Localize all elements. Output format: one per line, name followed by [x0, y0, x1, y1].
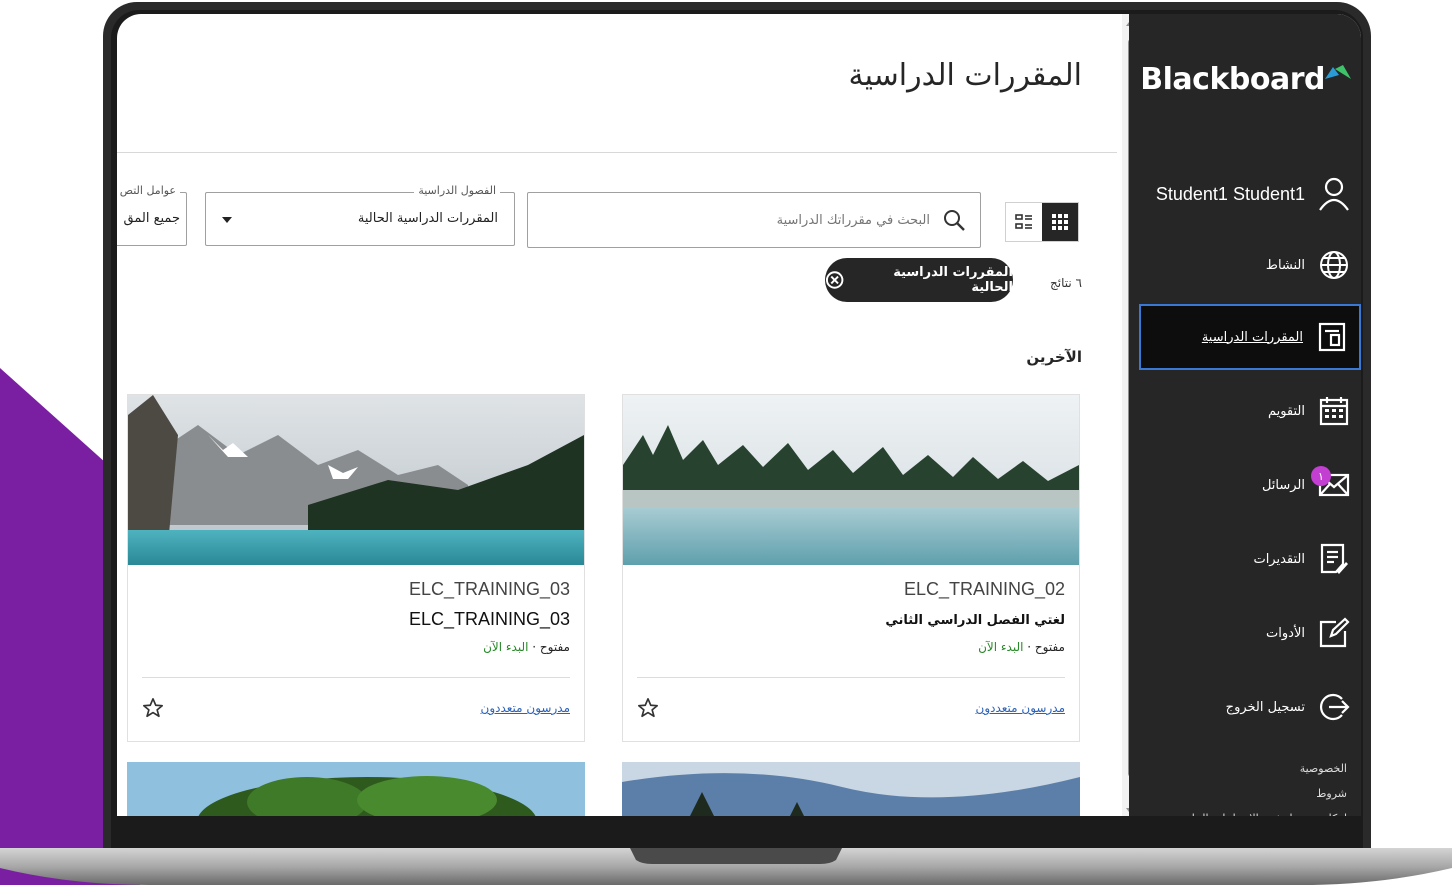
main-content: المقررات الدراسية البحث في مقرراتك الدرا… — [117, 14, 1122, 816]
logout-icon — [1317, 690, 1351, 724]
sidebar-item-label: الرسائل — [1261, 477, 1305, 493]
sidebar-item-label: المقررات الدراسية — [1201, 329, 1303, 345]
view-toggle — [1005, 202, 1079, 242]
card-divider — [142, 677, 570, 678]
sidebar-item-label: الأدوات — [1266, 625, 1305, 641]
other-filter-value: جميع المق — [123, 211, 180, 226]
sidebar-item-activity[interactable]: النشاط — [1137, 242, 1351, 288]
star-icon[interactable] — [637, 697, 659, 719]
mail-icon: ١ — [1311, 466, 1351, 502]
course-status: مفتوح · البدء الآن — [978, 640, 1065, 654]
instructors-link[interactable]: مدرسون متعددون — [976, 701, 1066, 715]
course-title[interactable]: لغتي الفصل الدراسي الثاني — [885, 613, 1065, 628]
brand-logo[interactable]: Blackboard — [1140, 62, 1325, 97]
sidebar-item-logout[interactable]: تسجيل الخروج — [1137, 684, 1351, 730]
screen: المقررات الدراسية البحث في مقرراتك الدرا… — [117, 14, 1361, 816]
section-heading: الآخرين — [1026, 348, 1082, 366]
footer-links: الخصوصية شروط إمكانية وصول ذوي الاحتياجا… — [1176, 756, 1347, 816]
user-icon — [1319, 177, 1349, 211]
course-title[interactable]: ELC_TRAINING_03 — [409, 609, 570, 630]
course-card[interactable]: ELC_TRAINING_03 ELC_TRAINING_03 مفتوح · … — [127, 394, 585, 742]
course-card-partial[interactable] — [127, 762, 585, 816]
laptop-bezel: المقررات الدراسية البحث في مقرراتك الدرا… — [111, 10, 1363, 852]
list-view-button[interactable] — [1006, 203, 1042, 241]
globe-icon — [1317, 248, 1351, 282]
term-filter-value: المقررات الدراسية الحالية — [357, 211, 498, 226]
instructors-link[interactable]: مدرسون متعددون — [481, 701, 571, 715]
course-image — [128, 395, 584, 565]
filter-chip[interactable]: المقررات الدراسية الحالية — [825, 258, 1013, 302]
results-count: ٦ نتائج — [1050, 276, 1082, 290]
grid-icon — [1052, 214, 1068, 230]
sidebar-item-calendar[interactable]: التقويم — [1137, 388, 1351, 434]
search-input[interactable] — [568, 211, 932, 229]
course-card[interactable]: ELC_TRAINING_02 لغتي الفصل الدراسي الثان… — [622, 394, 1080, 742]
terms-link[interactable]: شروط — [1176, 781, 1347, 806]
page-title: المقررات الدراسية — [848, 58, 1082, 93]
chevron-down-icon — [222, 217, 232, 223]
grid-view-button[interactable] — [1042, 203, 1078, 241]
course-status-open: مفتوح — [539, 640, 570, 654]
sidebar-item-messages[interactable]: ١ الرسائل — [1137, 462, 1351, 508]
course-status-open: مفتوح — [1034, 640, 1065, 654]
course-start: البدء الآن — [483, 640, 529, 654]
star-icon[interactable] — [142, 697, 164, 719]
other-filter-legend: عوامل التص — [117, 184, 180, 197]
logo-mark-icon — [1325, 65, 1351, 79]
accessibility-link[interactable]: إمكانية وصول ذوي الاحتياجات الخاصة — [1176, 806, 1347, 816]
calendar-icon — [1317, 394, 1351, 428]
other-filter-select[interactable]: عوامل التص جميع المق — [117, 184, 187, 246]
course-card-partial[interactable] — [622, 762, 1080, 816]
list-icon — [1015, 214, 1032, 229]
card-divider — [637, 677, 1065, 678]
tools-icon — [1317, 616, 1351, 650]
grades-icon — [1317, 542, 1351, 576]
search-box — [527, 192, 981, 248]
filter-chip-label: المقررات الدراسية الحالية — [893, 265, 1013, 295]
term-filter-select[interactable]: الفصول الدراسية المقررات الدراسية الحالي… — [205, 184, 515, 246]
course-image — [623, 395, 1079, 565]
sidebar-item-courses[interactable]: المقررات الدراسية — [1139, 304, 1361, 370]
course-code: ELC_TRAINING_03 — [408, 579, 570, 599]
term-filter-legend: الفصول الدراسية — [414, 184, 500, 197]
search-icon — [944, 210, 965, 231]
user-name: Student1 Student1 — [1155, 183, 1305, 204]
sidebar-item-label: التقويم — [1267, 403, 1305, 419]
laptop-frame: المقررات الدراسية البحث في مقرراتك الدرا… — [103, 2, 1371, 852]
close-icon[interactable] — [825, 270, 844, 290]
sidebar-item-user[interactable]: Student1 Student1 — [1156, 172, 1351, 216]
laptop-base — [0, 848, 1452, 885]
course-code: ELC_TRAINING_02 — [903, 579, 1065, 599]
privacy-link[interactable]: الخصوصية — [1176, 756, 1347, 781]
sidebar-item-label: تسجيل الخروج — [1225, 699, 1305, 715]
sidebar: Blackboard Student1 Student1 النشاط المق… — [1129, 14, 1361, 816]
courses-icon — [1315, 320, 1349, 354]
header-divider — [117, 152, 1117, 153]
course-status: مفتوح · البدء الآن — [483, 640, 570, 654]
sidebar-item-tools[interactable]: الأدوات — [1137, 610, 1351, 656]
course-start: البدء الآن — [978, 640, 1024, 654]
sidebar-item-label: النشاط — [1265, 257, 1305, 273]
sidebar-item-grades[interactable]: التقديرات — [1137, 536, 1351, 582]
unread-badge: ١ — [1311, 466, 1331, 486]
sidebar-item-label: التقديرات — [1253, 551, 1305, 567]
